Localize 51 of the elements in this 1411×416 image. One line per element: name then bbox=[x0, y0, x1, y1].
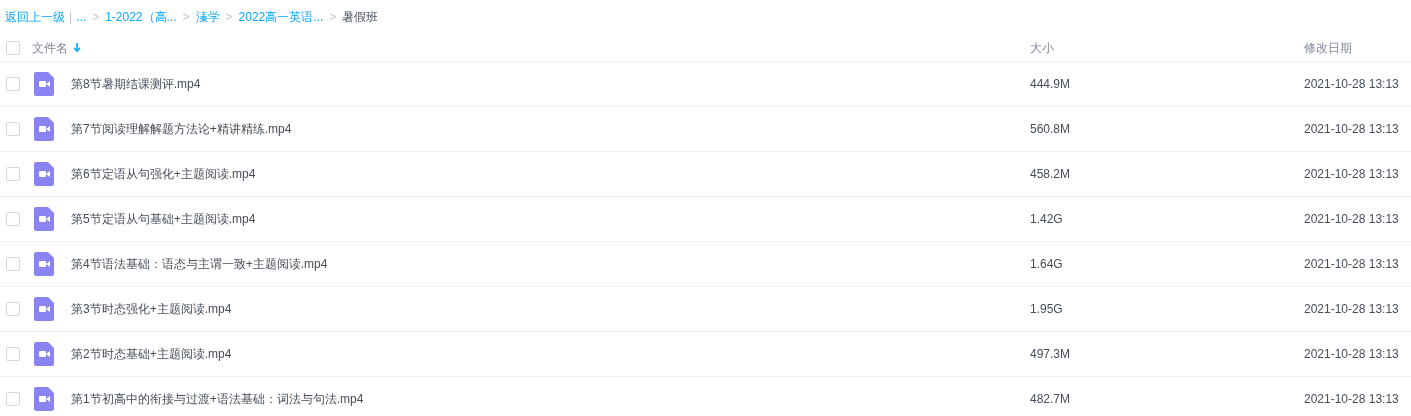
modified-date: 2021-10-28 13:13 bbox=[1304, 77, 1399, 91]
checkbox[interactable] bbox=[6, 257, 20, 271]
file-name[interactable]: 第8节暑期结课测评.mp4 bbox=[71, 75, 201, 93]
separator: > bbox=[92, 9, 100, 26]
video-file-icon bbox=[34, 207, 54, 231]
file-name[interactable]: 第2节时态基础+主题阅读.mp4 bbox=[71, 345, 232, 363]
separator: > bbox=[225, 9, 233, 26]
checkbox[interactable] bbox=[6, 122, 20, 136]
file-size: 1.42G bbox=[1030, 212, 1063, 226]
video-file-icon bbox=[34, 117, 54, 141]
checkbox[interactable] bbox=[6, 392, 20, 406]
breadcrumb-link[interactable]: 暑假班 bbox=[342, 8, 379, 26]
column-header: 大小 bbox=[1030, 40, 1054, 55]
file-size: 444.9M bbox=[1030, 77, 1071, 91]
video-file-icon bbox=[34, 297, 54, 321]
file-size: 1.64G bbox=[1030, 257, 1063, 271]
checkbox[interactable] bbox=[6, 347, 20, 361]
modified-date: 2021-10-28 13:13 bbox=[1304, 257, 1399, 271]
checkbox[interactable] bbox=[6, 40, 20, 55]
modified-date: 2021-10-28 13:13 bbox=[1304, 347, 1399, 361]
file-name[interactable]: 第6节定语从句强化+主题阅读.mp4 bbox=[71, 165, 256, 183]
video-file-icon bbox=[34, 162, 54, 186]
video-file-icon bbox=[34, 252, 54, 276]
checkbox[interactable] bbox=[6, 212, 20, 226]
file-name[interactable]: 第4节语法基础：语态与主谓一致+主题阅读.mp4 bbox=[71, 255, 328, 273]
file-name[interactable]: 第5节定语从句基础+主题阅读.mp4 bbox=[71, 210, 256, 228]
video-file-icon bbox=[34, 387, 54, 411]
modified-date: 2021-10-28 13:13 bbox=[1304, 212, 1399, 226]
modified-date: 2021-10-28 13:13 bbox=[1304, 122, 1399, 136]
file-name[interactable]: 第3节时态强化+主题阅读.mp4 bbox=[71, 300, 232, 318]
separator: > bbox=[182, 9, 190, 26]
file-size: 482.7M bbox=[1030, 392, 1071, 406]
modified-date: 2021-10-28 13:13 bbox=[1304, 392, 1399, 406]
modified-date: 2021-10-28 13:13 bbox=[1304, 302, 1399, 316]
file-size: 497.3M bbox=[1030, 347, 1071, 361]
divider-text: | bbox=[69, 9, 73, 26]
video-file-icon bbox=[34, 342, 54, 366]
sort-arrow-icon[interactable] bbox=[73, 42, 81, 53]
file-size: 560.8M bbox=[1030, 122, 1071, 136]
checkbox[interactable] bbox=[6, 167, 20, 181]
column-header: 修改日期 bbox=[1304, 40, 1352, 55]
separator: > bbox=[329, 9, 337, 26]
file-name[interactable]: 第7节阅读理解解题方法论+精讲精练.mp4 bbox=[71, 120, 292, 138]
checkbox[interactable] bbox=[6, 302, 20, 316]
checkbox[interactable] bbox=[6, 77, 20, 91]
video-file-icon bbox=[34, 72, 54, 96]
column-header[interactable]: 文件名 bbox=[32, 38, 68, 57]
file-size: 1.95G bbox=[1030, 302, 1063, 316]
modified-date: 2021-10-28 13:13 bbox=[1304, 167, 1399, 181]
file-size: 458.2M bbox=[1030, 167, 1071, 181]
file-name[interactable]: 第1节初高中的衔接与过渡+语法基础：词法与句法.mp4 bbox=[71, 390, 364, 408]
